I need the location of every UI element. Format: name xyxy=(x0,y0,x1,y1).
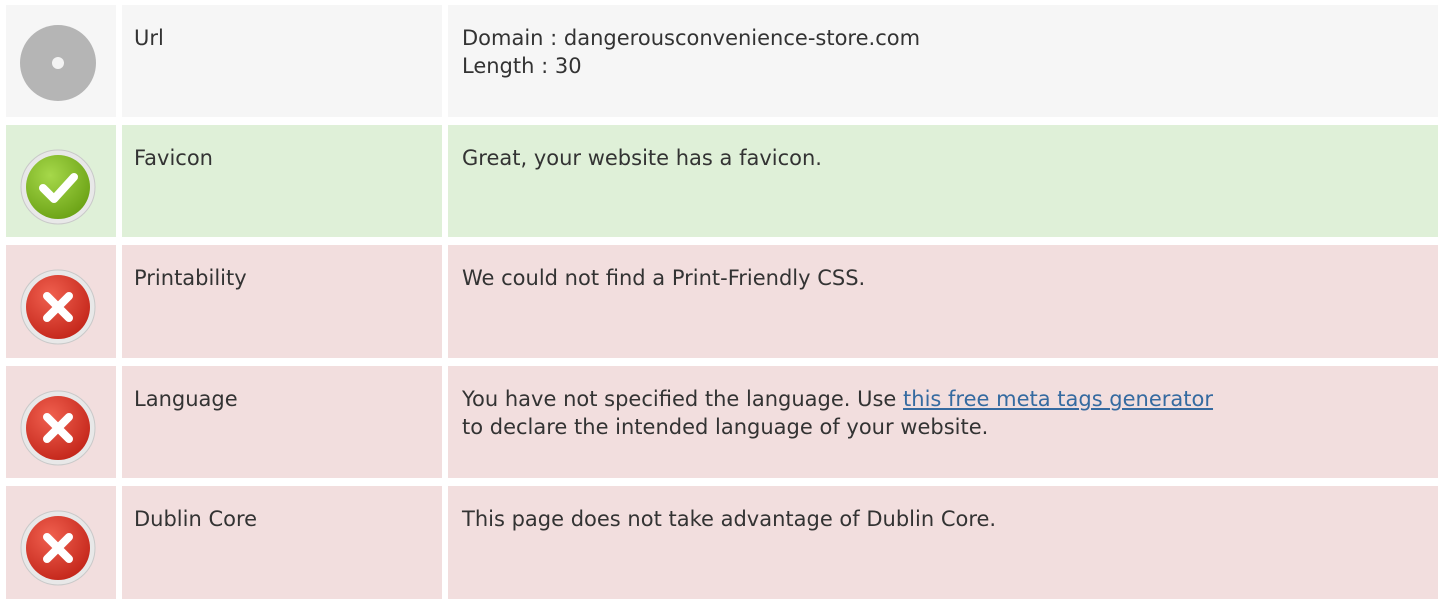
row-label-text: Printability xyxy=(134,266,247,290)
row-value: Great, your website has a favicon. xyxy=(448,125,1438,237)
status-cell xyxy=(6,486,116,599)
row-label: Favicon xyxy=(122,125,442,237)
report-row-printability: Printability We could not find a Print-F… xyxy=(0,245,1438,358)
row-label-text: Dublin Core xyxy=(134,507,258,531)
row-label-text: Url xyxy=(134,26,164,50)
row-value: We could not find a Print-Friendly CSS. xyxy=(448,245,1438,358)
status-cell xyxy=(6,366,116,478)
row-label: Url xyxy=(122,5,442,117)
report-row-favicon: Favicon Great, your website has a favico… xyxy=(0,125,1438,237)
report-row-language: Language You have not specified the lang… xyxy=(0,366,1438,478)
row-label-text: Language xyxy=(134,387,238,411)
row-value: Domain : dangerousconvenience-store.com … xyxy=(448,5,1438,117)
row-label: Language xyxy=(122,366,442,478)
checkmark-icon xyxy=(20,149,96,225)
error-x-icon xyxy=(20,269,96,345)
neutral-dot-icon xyxy=(20,25,96,101)
row-value: You have not specified the language. Use… xyxy=(448,366,1438,478)
meta-tags-generator-link[interactable]: this free meta tags generator xyxy=(903,387,1213,411)
error-x-icon xyxy=(20,390,96,466)
error-x-icon xyxy=(20,510,96,586)
result-text-before-link: You have not specified the language. Use xyxy=(462,387,904,411)
result-text-line-1: You have not specified the language. Use… xyxy=(462,385,1424,413)
length-text: Length : 30 xyxy=(462,54,582,78)
report-row-dublin-core: Dublin Core This page does not take adva… xyxy=(0,486,1438,599)
row-value: This page does not take advantage of Dub… xyxy=(448,486,1438,599)
seo-report-table: Url Domain : dangerousconvenience-store.… xyxy=(0,0,1445,599)
result-text: This page does not take advantage of Dub… xyxy=(462,507,997,531)
result-text-after-link: to declare the intended language of your… xyxy=(462,415,989,439)
result-text: We could not find a Print-Friendly CSS. xyxy=(462,266,866,290)
domain-text: Domain : dangerousconvenience-store.com xyxy=(462,26,921,50)
row-label: Printability xyxy=(122,245,442,358)
status-cell xyxy=(6,245,116,358)
status-cell xyxy=(6,125,116,237)
row-label: Dublin Core xyxy=(122,486,442,599)
report-row-url: Url Domain : dangerousconvenience-store.… xyxy=(0,5,1438,117)
row-label-text: Favicon xyxy=(134,146,213,170)
result-text: Great, your website has a favicon. xyxy=(462,146,822,170)
status-cell xyxy=(6,5,116,117)
